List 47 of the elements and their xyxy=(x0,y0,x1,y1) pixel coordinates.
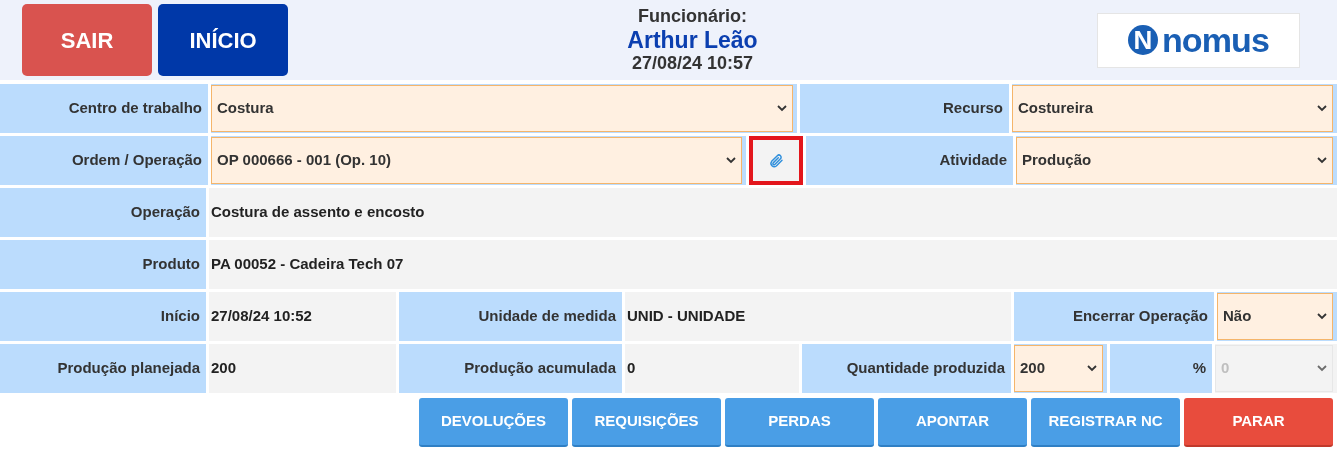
field-value: 200 xyxy=(211,358,237,379)
select-field[interactable]: OP 000666 - 001 (Op. 10) xyxy=(211,137,742,184)
field-label: Recurso xyxy=(942,98,1003,119)
field-label: Centro de trabalho xyxy=(68,98,202,119)
field-label: Encerrar Operação xyxy=(1072,306,1208,327)
field-label: Quantidade produzida xyxy=(846,358,1005,379)
select-field[interactable]: Produção xyxy=(1016,137,1333,184)
home-button[interactable]: INÍCIO xyxy=(158,4,288,76)
attachment-button[interactable] xyxy=(749,136,803,185)
field-label: Início xyxy=(160,306,200,327)
paperclip-icon xyxy=(768,152,784,169)
action-button[interactable]: PERDAS xyxy=(725,398,874,447)
field-label: Produção planejada xyxy=(57,358,200,379)
field-label: Produto xyxy=(142,254,200,275)
action-button[interactable]: PARAR xyxy=(1184,398,1333,447)
field-label: % xyxy=(1192,358,1206,379)
select-field[interactable]: Não xyxy=(1217,293,1333,340)
action-button[interactable]: DEVOLUÇÕES xyxy=(419,398,568,447)
field-value: 0 xyxy=(627,358,636,379)
action-button[interactable]: APONTAR xyxy=(878,398,1027,447)
field-value: Costura de assento e encosto xyxy=(211,202,425,223)
chevron-down-icon xyxy=(1317,105,1327,112)
field-value: PA 00052 - Cadeira Tech 07 xyxy=(211,254,404,275)
chevron-down-icon xyxy=(1317,365,1327,372)
field-label: Produção acumulada xyxy=(464,358,616,379)
action-button[interactable]: REQUISIÇÕES xyxy=(572,398,721,447)
employee-name: Arthur Leão xyxy=(627,26,758,54)
employee-label: Funcionário: xyxy=(638,6,747,27)
field-label: Operação xyxy=(130,202,200,223)
field-label: Atividade xyxy=(939,150,1007,171)
logo-mark: N xyxy=(1127,25,1158,55)
chevron-down-icon xyxy=(1317,157,1327,164)
chevron-down-icon xyxy=(777,105,787,112)
select-field[interactable]: Costura xyxy=(211,85,793,132)
date-time: 27/08/24 10:57 xyxy=(631,53,754,74)
chevron-down-icon xyxy=(1087,365,1097,372)
exit-button[interactable]: SAIR xyxy=(22,4,152,76)
select-field[interactable]: Costureira xyxy=(1012,85,1333,132)
logo-text: nomus xyxy=(1161,23,1270,57)
chevron-down-icon xyxy=(726,157,736,164)
select-field[interactable]: 200 xyxy=(1014,345,1103,392)
field-value: 27/08/24 10:52 xyxy=(211,306,312,327)
field-label: Unidade de medida xyxy=(478,306,616,327)
field-label: Ordem / Operação xyxy=(71,150,202,171)
chevron-down-icon xyxy=(1317,313,1327,320)
action-button[interactable]: REGISTRAR NC xyxy=(1031,398,1180,447)
field-value: UNID - UNIDADE xyxy=(627,306,746,327)
